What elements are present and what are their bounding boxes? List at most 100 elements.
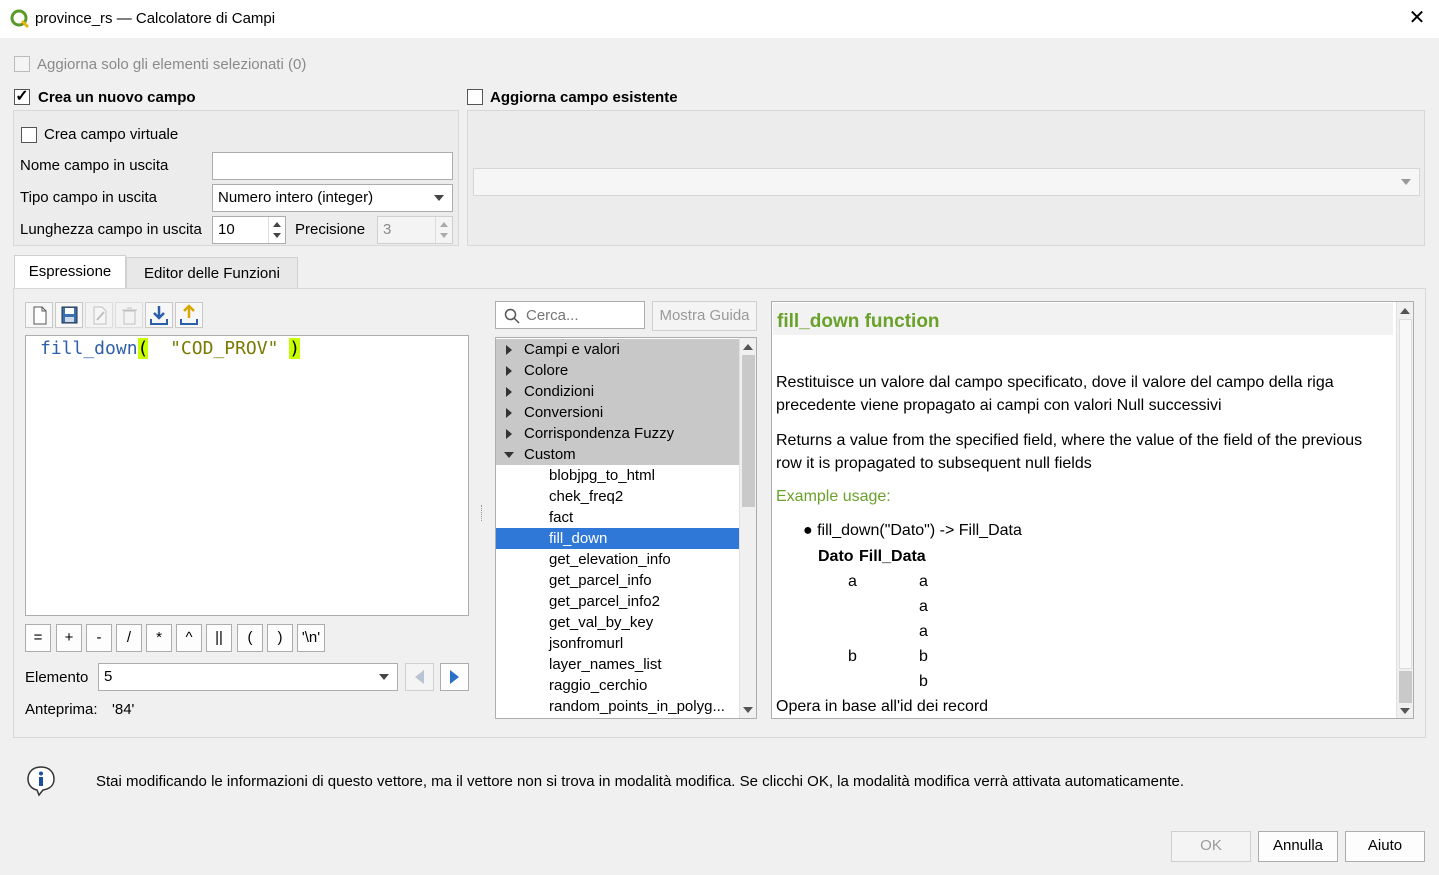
upload-icon bbox=[180, 304, 198, 325]
tree-group[interactable]: Campi e valori bbox=[496, 339, 739, 360]
tree-group-label: Campi e valori bbox=[524, 341, 620, 358]
tree-item[interactable]: random_points_in_polyg... bbox=[496, 696, 739, 717]
element-select[interactable]: 5 bbox=[98, 663, 398, 691]
operator-close-paren-button[interactable]: ) bbox=[267, 624, 293, 652]
operator-newline-button[interactable]: '\n' bbox=[297, 624, 325, 652]
tree-item[interactable]: get_parcel_info bbox=[496, 570, 739, 591]
splitter-handle[interactable] bbox=[481, 505, 483, 521]
scroll-up-icon[interactable] bbox=[743, 343, 753, 351]
tree-item[interactable]: chek_freq2 bbox=[496, 486, 739, 507]
help-example: ● fill_down("Dato") -> Fill_Data bbox=[803, 522, 1022, 540]
update-existing-label: Aggiorna campo esistente bbox=[490, 89, 678, 106]
tree-item-label: get_val_by_key bbox=[549, 614, 654, 631]
tree-group[interactable]: Condizioni bbox=[496, 381, 739, 402]
next-element-button[interactable] bbox=[440, 663, 469, 691]
operator-plus-button[interactable]: + bbox=[56, 624, 82, 652]
example-table-cell: b bbox=[848, 648, 857, 665]
spin-arrows-icon[interactable] bbox=[268, 217, 285, 243]
tree-group[interactable]: Custom bbox=[496, 444, 739, 465]
precision-label: Precisione bbox=[295, 221, 366, 238]
help-footer: Opera in base all'id dei record bbox=[776, 698, 989, 715]
cancel-button[interactable]: Annulla bbox=[1258, 831, 1338, 862]
create-new-field-checkbox[interactable]: ✓ bbox=[14, 89, 30, 105]
example-table-header-dato: Dato bbox=[818, 548, 854, 565]
precision-spinbox[interactable]: 3 bbox=[377, 216, 453, 244]
tree-item[interactable]: blobjpg_to_html bbox=[496, 465, 739, 486]
function-tree[interactable]: Campi e valori Colore Condizioni Conversion… bbox=[495, 337, 757, 719]
search-input[interactable] bbox=[526, 304, 640, 326]
help-scroll-track[interactable] bbox=[1399, 319, 1412, 669]
chevron-down-icon[interactable] bbox=[504, 452, 514, 458]
tab-function-editor[interactable]: Editor delle Funzioni bbox=[126, 257, 298, 289]
tree-item-label: layer_names_list bbox=[549, 656, 662, 673]
field-type-select[interactable]: Numero intero (integer) bbox=[212, 184, 453, 212]
close-button[interactable]: ✕ bbox=[1405, 6, 1429, 30]
tree-item[interactable]: get_parcel_info2 bbox=[496, 591, 739, 612]
spin-arrows-icon[interactable] bbox=[435, 217, 452, 243]
tree-item-label: get_parcel_info2 bbox=[549, 593, 660, 610]
operator-multiply-button[interactable]: * bbox=[146, 624, 172, 652]
import-button[interactable] bbox=[145, 302, 173, 328]
example-table-cell: a bbox=[919, 573, 928, 590]
chevron-right-icon[interactable] bbox=[506, 366, 512, 376]
tab-expression[interactable]: Espressione bbox=[14, 255, 126, 289]
chevron-down-icon bbox=[379, 674, 389, 680]
tree-scrollbar[interactable] bbox=[739, 338, 756, 718]
tree-scroll-thumb[interactable] bbox=[742, 355, 755, 507]
tree-item[interactable]: get_elevation_info bbox=[496, 549, 739, 570]
tree-item-label: random_points_in_polyg... bbox=[549, 698, 725, 715]
operator-minus-button[interactable]: - bbox=[86, 624, 112, 652]
operator-open-paren-button[interactable]: ( bbox=[237, 624, 263, 652]
title-bar: province_rs — Calcolatore di Campi ✕ bbox=[0, 0, 1439, 38]
help-scroll-thumb[interactable] bbox=[1399, 671, 1412, 703]
existing-field-group bbox=[467, 110, 1425, 246]
scroll-up-icon[interactable] bbox=[1400, 307, 1410, 315]
previous-element-button[interactable] bbox=[405, 663, 434, 691]
example-table-header-filldata: Fill_Data bbox=[859, 548, 926, 565]
arrow-right-icon bbox=[450, 670, 459, 684]
edit-icon bbox=[93, 306, 107, 325]
tree-item-label: jsonfromurl bbox=[549, 635, 624, 652]
update-existing-checkbox[interactable] bbox=[467, 89, 483, 105]
tree-group[interactable]: Colore bbox=[496, 360, 739, 381]
ok-button[interactable]: OK bbox=[1171, 831, 1251, 862]
operator-concat-button[interactable]: || bbox=[206, 624, 232, 652]
operator-divide-button[interactable]: / bbox=[116, 624, 142, 652]
update-selected-checkbox[interactable] bbox=[14, 56, 30, 72]
tree-item[interactable]: jsonfromurl bbox=[496, 633, 739, 654]
operator-power-button[interactable]: ^ bbox=[176, 624, 202, 652]
tree-item[interactable]: fact bbox=[496, 507, 739, 528]
tree-group-label: Custom bbox=[524, 446, 576, 463]
chevron-right-icon[interactable] bbox=[506, 429, 512, 439]
show-guide-button[interactable]: Mostra Guida bbox=[652, 301, 757, 331]
delete-button[interactable] bbox=[115, 302, 143, 328]
scroll-down-icon[interactable] bbox=[1400, 707, 1410, 715]
chevron-right-icon[interactable] bbox=[506, 408, 512, 418]
expression-editor[interactable]: fill_down( "COD_PROV" ) bbox=[25, 335, 469, 616]
tree-group[interactable]: Corrispondenza Fuzzy bbox=[496, 423, 739, 444]
example-table-cell: a bbox=[848, 573, 857, 590]
save-button[interactable] bbox=[55, 302, 83, 328]
new-field-group: Crea campo virtuale Nome campo in uscita… bbox=[13, 110, 459, 246]
scroll-down-icon[interactable] bbox=[743, 706, 753, 714]
tree-item[interactable]: raggio_cerchio bbox=[496, 675, 739, 696]
existing-field-select[interactable] bbox=[473, 168, 1420, 196]
edit-button[interactable] bbox=[85, 302, 113, 328]
example-table-cell: a bbox=[919, 623, 928, 640]
operator-equals-button[interactable]: = bbox=[25, 624, 51, 652]
tree-item[interactable]: get_val_by_key bbox=[496, 612, 739, 633]
help-button[interactable]: Aiuto bbox=[1345, 831, 1425, 862]
chevron-right-icon[interactable] bbox=[506, 345, 512, 355]
tree-group[interactable]: Conversioni bbox=[496, 402, 739, 423]
export-button[interactable] bbox=[175, 302, 203, 328]
field-name-input[interactable] bbox=[212, 152, 453, 180]
chevron-right-icon[interactable] bbox=[506, 387, 512, 397]
tree-item[interactable]: fill_down bbox=[496, 528, 739, 549]
new-file-button[interactable] bbox=[25, 302, 53, 328]
create-virtual-checkbox[interactable] bbox=[21, 127, 37, 143]
field-length-spinbox[interactable]: 10 bbox=[212, 216, 286, 244]
tree-item[interactable]: layer_names_list bbox=[496, 654, 739, 675]
help-scrollbar[interactable] bbox=[1396, 302, 1413, 718]
search-box[interactable] bbox=[495, 301, 645, 329]
tree-item-label: blobjpg_to_html bbox=[549, 467, 655, 484]
